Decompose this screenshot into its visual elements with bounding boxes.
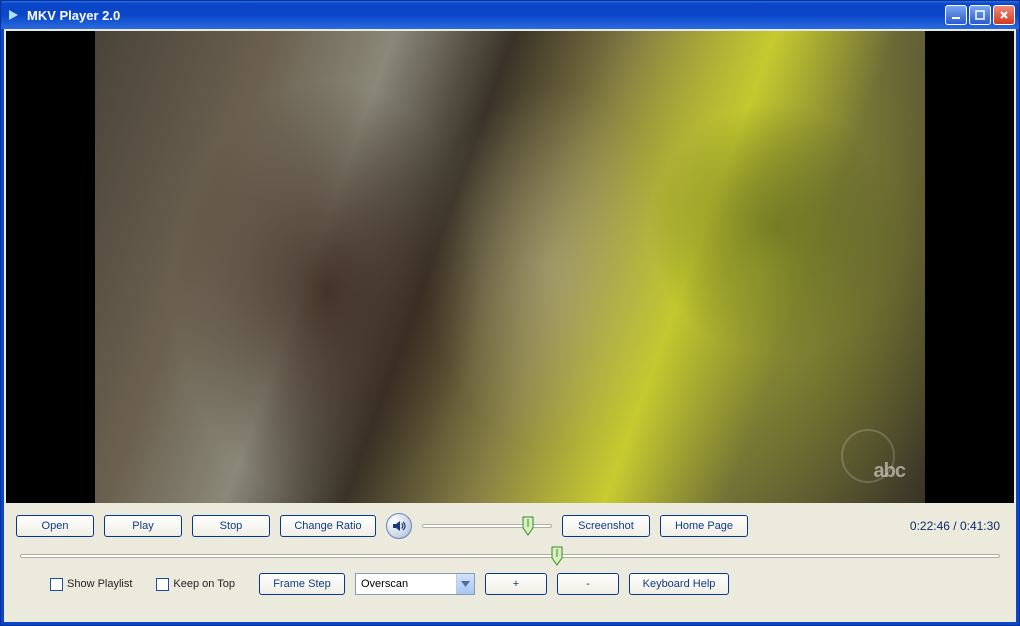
time-current: 0:22:46 [910,519,950,533]
titlebar[interactable]: MKV Player 2.0 [1,1,1019,29]
time-total: 0:41:30 [960,519,1000,533]
stop-button[interactable]: Stop [192,515,270,537]
chevron-down-icon [456,574,474,594]
controls-panel: Open Play Stop Change Ratio [4,503,1016,622]
controls-row-3: Show Playlist Keep on Top Frame Step Ove… [16,573,1004,595]
checkbox-box-icon [156,578,169,591]
controls-row-1: Open Play Stop Change Ratio [16,513,1004,539]
overscan-dropdown[interactable]: Overscan [355,573,475,595]
seek-track [20,554,1000,558]
window-buttons [945,5,1015,25]
content-area: abc Open Play Stop Change Ratio [1,29,1019,625]
zoom-out-button[interactable]: - [557,573,619,595]
video-area[interactable]: abc [6,31,1014,503]
volume-slider[interactable] [422,517,552,535]
open-button[interactable]: Open [16,515,94,537]
seek-thumb[interactable] [551,546,563,566]
close-button[interactable] [993,5,1015,25]
network-watermark: abc [874,460,905,483]
minimize-button[interactable] [945,5,967,25]
pillarbox-left [6,31,95,503]
app-window: MKV Player 2.0 abc Open Play [0,0,1020,626]
volume-icon[interactable] [386,513,412,539]
time-separator: / [950,519,960,533]
keyboard-help-button[interactable]: Keyboard Help [629,573,729,595]
checkbox-box-icon [50,578,63,591]
video-frame[interactable]: abc [95,31,925,503]
window-title: MKV Player 2.0 [27,8,945,23]
maximize-button[interactable] [969,5,991,25]
show-playlist-label: Show Playlist [67,578,132,590]
pillarbox-right [925,31,1014,503]
keep-on-top-label: Keep on Top [173,578,235,590]
change-ratio-button[interactable]: Change Ratio [280,515,376,537]
overscan-selected: Overscan [356,578,456,590]
controls-row-seek [16,547,1004,565]
screenshot-button[interactable]: Screenshot [562,515,650,537]
seek-slider[interactable] [20,547,1000,565]
time-display: 0:22:46 / 0:41:30 [910,519,1004,533]
keep-on-top-checkbox[interactable]: Keep on Top [156,578,235,591]
home-page-button[interactable]: Home Page [660,515,748,537]
volume-thumb[interactable] [522,516,534,536]
zoom-in-button[interactable]: + [485,573,547,595]
app-play-icon [5,7,21,23]
play-button[interactable]: Play [104,515,182,537]
show-playlist-checkbox[interactable]: Show Playlist [50,578,132,591]
frame-step-button[interactable]: Frame Step [259,573,345,595]
